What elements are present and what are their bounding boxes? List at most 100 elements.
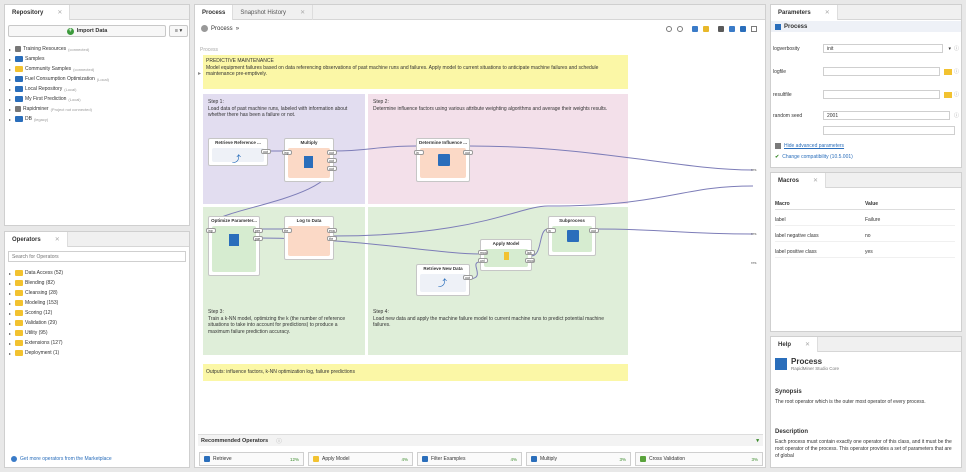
- operator-group-modeling[interactable]: ▸ Modeling (153): [9, 300, 58, 306]
- step4-note[interactable]: Step 4: Load new data and apply the mach…: [370, 306, 625, 332]
- port-thr[interactable]: thr: [282, 228, 292, 233]
- marketplace-link[interactable]: Get more operators from the Marketplace: [11, 456, 112, 462]
- note-icon[interactable]: [703, 26, 709, 32]
- operator-group-utility[interactable]: ▸ Utility (95): [9, 330, 48, 336]
- operator-subprocess[interactable]: Subprocess in out: [546, 216, 599, 256]
- operator-group-cleansing[interactable]: ▸ Cleansing (28): [9, 290, 58, 296]
- paint-icon[interactable]: [740, 26, 746, 32]
- port-in[interactable]: in: [414, 150, 424, 155]
- bottom-note[interactable]: Outputs: influence factors, k-NN optimiz…: [203, 364, 628, 381]
- port-par[interactable]: par: [253, 236, 263, 241]
- port-exa[interactable]: exa: [327, 228, 337, 233]
- operator-log-to-data[interactable]: Log to Data thr exa thr: [282, 216, 337, 260]
- info-icon[interactable]: ⓘ: [954, 91, 959, 98]
- grid-icon[interactable]: [751, 26, 757, 32]
- tab-macros[interactable]: Macros ✕: [771, 173, 827, 188]
- port-mod[interactable]: mod: [478, 250, 488, 255]
- port-out-1[interactable]: out: [327, 150, 337, 155]
- top-note[interactable]: PREDICTIVE MAINTENANCE Model equipment f…: [203, 55, 628, 89]
- macro-row-positive[interactable]: label positive class yes: [775, 247, 955, 258]
- port-inp[interactable]: inp: [282, 150, 292, 155]
- operator-multiply[interactable]: Multiply inp out out out: [282, 138, 337, 182]
- port-unl[interactable]: unl: [478, 258, 488, 263]
- close-icon[interactable]: ✕: [55, 236, 60, 243]
- port-out[interactable]: out: [463, 275, 473, 280]
- tab-snapshot-history[interactable]: Snapshot History ✕: [233, 5, 314, 20]
- operator-group-scoring[interactable]: ▸ Scoring (12): [9, 310, 52, 316]
- port-in[interactable]: in: [546, 228, 556, 233]
- macro-row-label[interactable]: label Failure: [775, 215, 955, 226]
- repo-item-db[interactable]: ▸ DB (legacy): [9, 116, 48, 122]
- close-icon[interactable]: ✕: [813, 177, 818, 184]
- port-inp[interactable]: inp: [206, 228, 216, 233]
- operator-optimize-parameters[interactable]: Optimize Parameter... inp per par: [206, 216, 263, 276]
- layers-icon[interactable]: [729, 26, 735, 32]
- partial-param-input[interactable]: [823, 126, 955, 135]
- step3-note[interactable]: Step 3: Train a k-NN model, optimizing t…: [205, 306, 360, 338]
- folder-icon[interactable]: [943, 68, 952, 75]
- logfile-input[interactable]: [823, 67, 940, 76]
- info-icon[interactable]: ⓘ: [954, 45, 959, 52]
- tab-parameters[interactable]: Parameters ✕: [771, 5, 838, 20]
- repo-item-my-first-prediction[interactable]: ▸ My First Prediction (Local): [9, 96, 81, 102]
- zoom-out-icon[interactable]: [677, 26, 683, 32]
- info-icon[interactable]: ⓘ: [954, 68, 959, 75]
- tab-operators[interactable]: Operators ✕: [5, 232, 68, 247]
- port-out-2[interactable]: out: [327, 158, 337, 163]
- tab-process[interactable]: Process: [195, 5, 234, 20]
- info-icon[interactable]: ⓘ: [954, 112, 959, 119]
- result-port-3[interactable]: res: [751, 260, 757, 265]
- input-port-pin[interactable]: ▸: [198, 70, 201, 77]
- result-port-1[interactable]: res: [751, 167, 757, 172]
- close-icon[interactable]: ✕: [805, 341, 810, 348]
- tab-help[interactable]: Help ✕: [771, 337, 819, 352]
- dropdown-icon[interactable]: ▾: [948, 46, 951, 52]
- macro-row-negative[interactable]: label negative class no: [775, 231, 955, 242]
- logverbosity-select[interactable]: init: [823, 44, 944, 53]
- repo-item-community-samples[interactable]: ▸ Community Samples (connected): [9, 66, 94, 72]
- breadcrumb-process[interactable]: Process: [211, 26, 233, 32]
- port-mod-out[interactable]: mod: [525, 258, 535, 263]
- operator-retrieve-reference[interactable]: Retrieve Reference ... ⤴ out: [208, 138, 271, 166]
- auto-wire-icon[interactable]: [692, 26, 698, 32]
- operator-determine-influence[interactable]: Determine Influence ... in out: [414, 138, 473, 182]
- operator-group-extensions[interactable]: ▸ Extensions (127): [9, 340, 63, 346]
- close-icon[interactable]: ✕: [57, 9, 62, 16]
- resultfile-input[interactable]: [823, 90, 940, 99]
- process-canvas[interactable]: Process PREDICTIVE MAINTENANCE Model equ…: [198, 46, 763, 430]
- operator-apply-model[interactable]: Apply Model mod unl lab mod: [478, 239, 535, 271]
- port-out-3[interactable]: out: [327, 166, 337, 171]
- operator-group-blending[interactable]: ▸ Blending (82): [9, 280, 55, 286]
- operator-group-data-access[interactable]: ▸ Data Access (52): [9, 270, 63, 276]
- result-port-2[interactable]: res: [751, 231, 757, 236]
- repository-menu-button[interactable]: ≡ ▾: [169, 25, 188, 37]
- arrange-icon[interactable]: [718, 26, 724, 32]
- port-out[interactable]: out: [463, 150, 473, 155]
- import-data-button[interactable]: + Import Data: [8, 25, 166, 37]
- port-lab[interactable]: lab: [525, 250, 535, 255]
- info-icon[interactable]: ⓘ: [276, 437, 282, 445]
- port-thr-out[interactable]: thr: [327, 236, 337, 241]
- operator-group-validation[interactable]: ▸ Validation (29): [9, 320, 57, 326]
- change-compatibility-link[interactable]: ✔ Change compatibility (10.5.001): [775, 154, 853, 160]
- port-out[interactable]: out: [589, 228, 599, 233]
- hide-advanced-link[interactable]: Hide advanced parameters: [775, 143, 844, 149]
- port-out[interactable]: out: [261, 149, 271, 154]
- step1-note[interactable]: Step 1: Load data of past machine runs, …: [205, 96, 355, 122]
- close-icon[interactable]: ✕: [825, 9, 830, 16]
- folder-icon[interactable]: [943, 91, 952, 98]
- repo-item-local-repository[interactable]: ▸ Local Repository (Local): [9, 86, 76, 92]
- operator-group-deployment[interactable]: ▸ Deployment (1): [9, 350, 59, 356]
- tab-repository[interactable]: Repository ✕: [5, 5, 71, 20]
- operator-search-input[interactable]: [8, 251, 186, 262]
- repo-item-training-resources[interactable]: ▸ Training Resources (connected): [9, 46, 89, 52]
- close-icon[interactable]: ✕: [300, 9, 305, 16]
- recommended-retrieve[interactable]: Retrieve 12%: [199, 452, 304, 466]
- random-seed-input[interactable]: 2001: [823, 111, 950, 120]
- port-per[interactable]: per: [253, 228, 263, 233]
- operator-retrieve-new-data[interactable]: Retrieve New Data ⤴ out: [416, 264, 473, 296]
- step2-note[interactable]: Step 2: Determine influence factors usin…: [370, 96, 620, 115]
- repo-item-rapidminer[interactable]: ▸ Rapidminer (Project not connected): [9, 106, 92, 112]
- repo-item-fuel-consumption[interactable]: ▸ Fuel Consumption Optimization (Local): [9, 76, 109, 82]
- recommended-apply-model[interactable]: Apply Model 4%: [308, 452, 413, 466]
